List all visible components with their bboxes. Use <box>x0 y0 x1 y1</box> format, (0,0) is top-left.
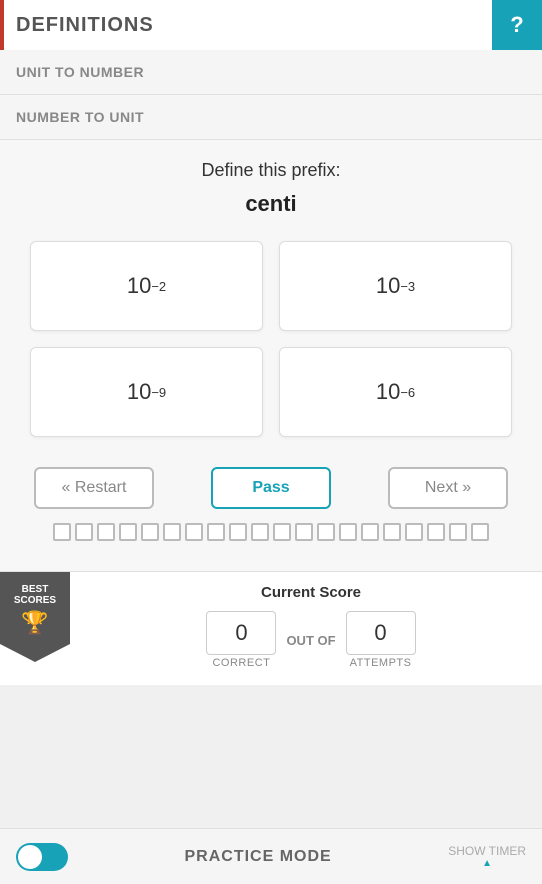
tab-unit-to-number[interactable]: UNIT TO NUMBER <box>0 50 542 95</box>
app-header: DEFINITIONS ? <box>0 0 542 50</box>
question-prompt: Define this prefix: <box>30 160 512 181</box>
correct-value: 0 <box>206 611 276 655</box>
out-of-text: OUT OF <box>286 633 335 648</box>
progress-dot <box>185 523 203 541</box>
progress-dot <box>75 523 93 541</box>
answer-exp-4: −6 <box>400 385 415 400</box>
progress-dot <box>229 523 247 541</box>
action-buttons: « Restart Pass Next » <box>30 467 512 509</box>
practice-mode-toggle[interactable] <box>16 843 68 871</box>
progress-dot <box>53 523 71 541</box>
app-title: DEFINITIONS <box>4 14 492 37</box>
tab-number-to-unit[interactable]: NUMBER TO UNIT <box>0 95 542 140</box>
attempts-col: 0 ATTEMPTS <box>346 611 416 669</box>
quiz-word: centi <box>30 191 512 217</box>
progress-dot <box>207 523 225 541</box>
progress-dot <box>251 523 269 541</box>
answer-card-4[interactable]: 10−6 <box>279 347 512 437</box>
answer-exp-3: −9 <box>151 385 166 400</box>
correct-label: CORRECT <box>212 657 270 669</box>
progress-dots <box>30 523 512 541</box>
next-button[interactable]: Next » <box>388 467 508 509</box>
best-scores-badge[interactable]: BEST SCORES 🏆 <box>0 572 70 662</box>
progress-dot <box>119 523 137 541</box>
answer-exp-2: −3 <box>400 279 415 294</box>
progress-dot <box>383 523 401 541</box>
progress-dot <box>317 523 335 541</box>
score-values: 0 CORRECT OUT OF 0 ATTEMPTS <box>96 611 526 669</box>
progress-dot <box>427 523 445 541</box>
help-button[interactable]: ? <box>492 0 542 50</box>
answer-exp-1: −2 <box>151 279 166 294</box>
restart-button[interactable]: « Restart <box>34 467 154 509</box>
trophy-icon: 🏆 <box>21 610 48 636</box>
progress-dot <box>163 523 181 541</box>
progress-dot <box>405 523 423 541</box>
best-scores-line1: BEST <box>22 584 49 595</box>
answer-card-3[interactable]: 10−9 <box>30 347 263 437</box>
progress-dot <box>295 523 313 541</box>
attempts-value: 0 <box>346 611 416 655</box>
best-scores-line2: SCORES <box>14 595 56 606</box>
progress-dot <box>449 523 467 541</box>
footer: PRACTICE MODE SHOW TIMER ▲ <box>0 828 542 884</box>
toggle-knob <box>18 845 42 869</box>
pass-button[interactable]: Pass <box>211 467 331 509</box>
score-section: BEST SCORES 🏆 Current Score 0 CORRECT OU… <box>0 571 542 685</box>
score-content: Current Score 0 CORRECT OUT OF 0 ATTEMPT… <box>96 584 526 669</box>
show-timer-label: SHOW TIMER <box>448 844 526 858</box>
timer-arrow-icon: ▲ <box>482 858 492 869</box>
answer-card-1[interactable]: 10−2 <box>30 241 263 331</box>
answer-card-2[interactable]: 10−3 <box>279 241 512 331</box>
show-timer-button[interactable]: SHOW TIMER ▲ <box>448 844 526 869</box>
progress-dot <box>339 523 357 541</box>
progress-dot <box>471 523 489 541</box>
attempts-label: ATTEMPTS <box>350 657 412 669</box>
answer-grid: 10−2 10−3 10−9 10−6 <box>30 241 512 437</box>
progress-dot <box>97 523 115 541</box>
progress-dot <box>141 523 159 541</box>
correct-col: 0 CORRECT <box>206 611 276 669</box>
progress-dot <box>361 523 379 541</box>
main-content: Define this prefix: centi 10−2 10−3 10−9… <box>0 140 542 571</box>
score-title: Current Score <box>96 584 526 601</box>
progress-dot <box>273 523 291 541</box>
footer-label: PRACTICE MODE <box>68 848 448 866</box>
